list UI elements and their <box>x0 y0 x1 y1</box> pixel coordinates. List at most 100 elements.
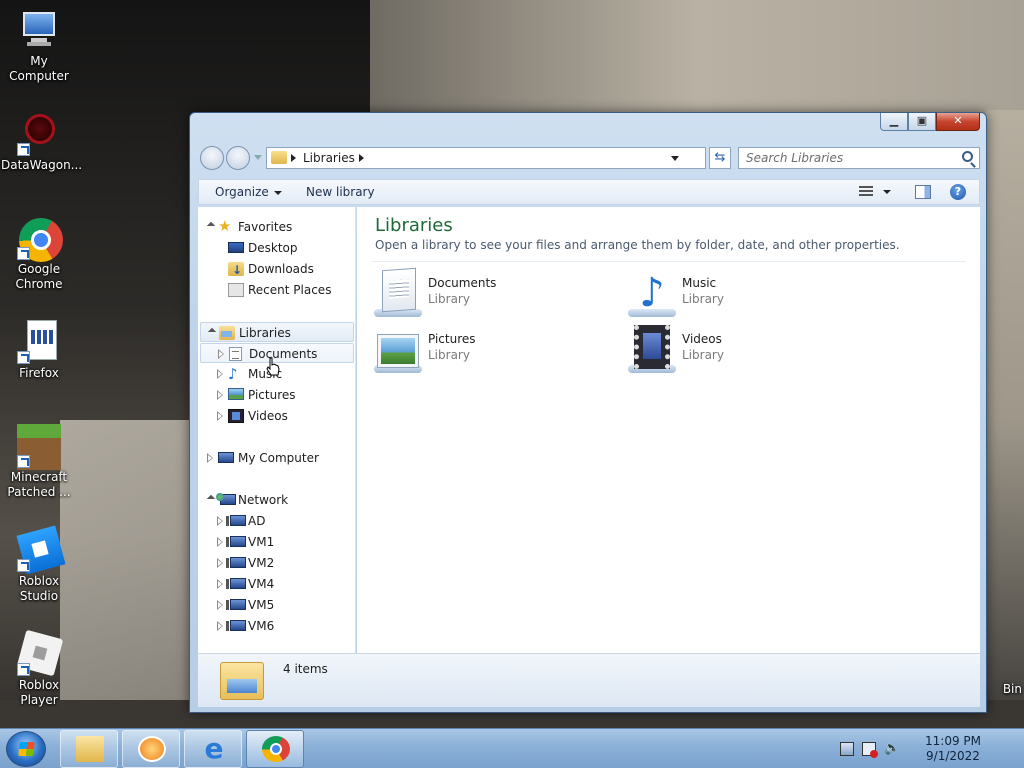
tree-network[interactable]: Network <box>198 490 354 510</box>
expand-closed-icon[interactable] <box>217 621 223 631</box>
navigation-pane: ★ Favorites Desktop Downloads Recent Pla… <box>198 207 356 653</box>
library-item-music[interactable]: ♪ Music Library <box>628 269 868 323</box>
tree-item-network-host[interactable]: VM6 <box>198 616 354 636</box>
taskbar-file-explorer[interactable] <box>60 730 118 768</box>
expand-closed-icon[interactable] <box>217 537 223 547</box>
datawagon-icon <box>17 112 61 156</box>
tree-item-network-host[interactable]: VM5 <box>198 595 354 615</box>
change-view-icon[interactable] <box>859 186 873 198</box>
tree-label: VM4 <box>248 577 275 591</box>
taskbar-media-player[interactable] <box>122 730 180 768</box>
library-kind: Library <box>682 292 724 306</box>
volume-icon[interactable]: 🔈 <box>884 742 900 756</box>
help-icon[interactable]: ? <box>950 184 966 200</box>
forward-button[interactable] <box>226 146 250 170</box>
view-options-dropdown[interactable] <box>883 190 891 194</box>
clock[interactable]: 11:09 PM 9/1/2022 <box>918 734 988 764</box>
tree-item-videos[interactable]: Videos <box>198 406 354 426</box>
desktop-icon-roblox-studio[interactable]: Roblox Studio <box>1 525 77 604</box>
tree-libraries[interactable]: Libraries <box>200 322 354 342</box>
desktop-icon <box>228 242 244 253</box>
library-name: Pictures <box>428 332 476 346</box>
tree-label: Network <box>238 493 289 507</box>
roblox-studio-icon <box>16 525 66 575</box>
minimize-button[interactable]: ▁ <box>880 113 908 131</box>
expand-closed-icon[interactable] <box>217 558 223 568</box>
tree-label: Favorites <box>238 220 293 234</box>
network-computer-icon <box>226 578 246 589</box>
tree-label: My Computer <box>238 451 319 465</box>
tree-item-recent-places[interactable]: Recent Places <box>198 280 354 300</box>
expand-closed-icon[interactable] <box>217 369 223 379</box>
network-status-icon[interactable] <box>862 742 878 758</box>
tree-item-network-host[interactable]: VM2 <box>198 553 354 573</box>
expand-open-icon[interactable] <box>206 221 216 231</box>
computer-icon <box>17 8 61 52</box>
organize-label: Organize <box>215 185 269 199</box>
desktop-icon-roblox-player[interactable]: Roblox Player <box>1 629 77 708</box>
item-count: 4 items <box>283 662 328 676</box>
library-name: Music <box>682 276 717 290</box>
library-kind: Library <box>682 348 724 362</box>
expand-open-icon[interactable] <box>206 494 216 504</box>
tree-my-computer[interactable]: My Computer <box>198 448 354 468</box>
content-pane: Libraries Open a library to see your fil… <box>357 207 980 653</box>
desktop-icon-firefox[interactable]: Firefox <box>1 320 77 381</box>
tree-item-network-host[interactable]: VM1 <box>198 532 354 552</box>
expand-closed-icon[interactable] <box>218 349 224 359</box>
search-icon[interactable] <box>962 151 973 162</box>
library-item-pictures[interactable]: Pictures Library <box>374 325 614 379</box>
tree-item-network-host[interactable]: AD <box>198 511 354 531</box>
recent-pages-dropdown[interactable] <box>254 155 262 160</box>
address-dropdown-icon[interactable] <box>671 156 679 161</box>
maximize-icon: ▣ <box>916 114 928 127</box>
shortcut-arrow-icon <box>17 247 30 260</box>
close-button[interactable]: ✕ <box>936 113 980 131</box>
tree-favorites[interactable]: ★ Favorites <box>198 217 354 237</box>
action-center-icon[interactable] <box>840 742 854 756</box>
search-box[interactable] <box>738 147 980 169</box>
expand-open-icon[interactable] <box>207 327 217 337</box>
preview-pane-icon[interactable] <box>915 185 931 199</box>
caption-buttons: ▁ ▣ ✕ <box>880 113 980 131</box>
breadcrumb-libraries[interactable]: Libraries <box>303 151 355 165</box>
library-item-documents[interactable]: Documents Library <box>374 267 614 323</box>
tree-label: VM6 <box>248 619 275 633</box>
search-input[interactable] <box>739 148 949 168</box>
maximize-button[interactable]: ▣ <box>908 113 936 131</box>
favorites-star-icon: ★ <box>218 217 232 235</box>
minecraft-icon <box>17 424 61 470</box>
desktop-icon-my-computer[interactable]: My Computer <box>1 8 77 84</box>
start-button[interactable] <box>6 731 46 767</box>
tree-item-pictures[interactable]: Pictures <box>198 385 354 405</box>
desktop-icon-label: My Computer <box>9 54 69 83</box>
taskbar-internet-explorer[interactable]: e <box>184 730 242 768</box>
desktop-icon-datawagon[interactable]: DataWagon... <box>1 112 82 173</box>
address-bar[interactable]: Libraries <box>266 147 706 169</box>
tree-item-desktop[interactable]: Desktop <box>198 238 354 258</box>
refresh-button[interactable]: ⇆ <box>709 147 731 169</box>
tree-item-downloads[interactable]: Downloads <box>198 259 354 280</box>
wallpaper-top <box>370 0 1024 120</box>
expand-closed-icon[interactable] <box>217 390 223 400</box>
back-button[interactable] <box>200 146 224 170</box>
tree-label: Documents <box>249 347 318 361</box>
organize-menu[interactable]: Organize <box>215 185 282 199</box>
music-library-icon: ♪ <box>628 269 676 317</box>
library-item-videos[interactable]: Videos Library <box>628 325 868 379</box>
expand-closed-icon[interactable] <box>217 579 223 589</box>
breadcrumb-arrow-icon[interactable] <box>359 154 364 162</box>
new-library-button[interactable]: New library <box>306 185 375 199</box>
expand-closed-icon[interactable] <box>217 600 223 610</box>
expand-closed-icon[interactable] <box>217 411 223 421</box>
desktop-icon-minecraft[interactable]: Minecraft Patched ... <box>1 424 77 500</box>
taskbar: e 🔈 11:09 PM 9/1/2022 <box>0 728 1024 768</box>
tree-item-network-host[interactable]: VM4 <box>198 574 354 594</box>
expand-closed-icon[interactable] <box>217 516 223 526</box>
taskbar-chrome[interactable] <box>246 730 304 768</box>
network-computer-icon <box>226 620 246 631</box>
internet-explorer-icon: e <box>204 732 224 765</box>
documents-library-icon <box>374 267 422 317</box>
desktop-icon-google-chrome[interactable]: Google Chrome <box>1 216 77 292</box>
expand-closed-icon[interactable] <box>207 453 213 463</box>
